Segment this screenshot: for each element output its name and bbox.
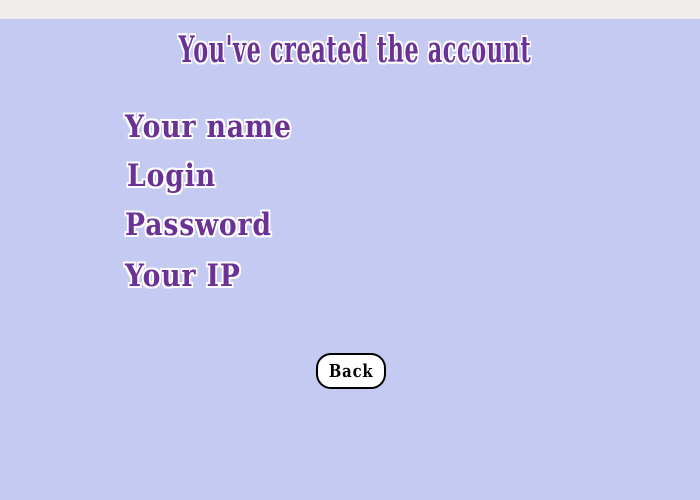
password-label: Password xyxy=(125,207,272,243)
top-strip xyxy=(0,0,700,19)
page-title: You've created the account xyxy=(178,29,532,71)
account-created-panel: You've created the account Your name Log… xyxy=(0,19,700,500)
back-button[interactable]: Back xyxy=(316,353,386,389)
your-ip-label: Your IP xyxy=(125,258,241,294)
login-label: Login xyxy=(127,158,216,194)
your-name-label: Your name xyxy=(125,109,292,145)
back-button-label: Back xyxy=(328,360,374,382)
